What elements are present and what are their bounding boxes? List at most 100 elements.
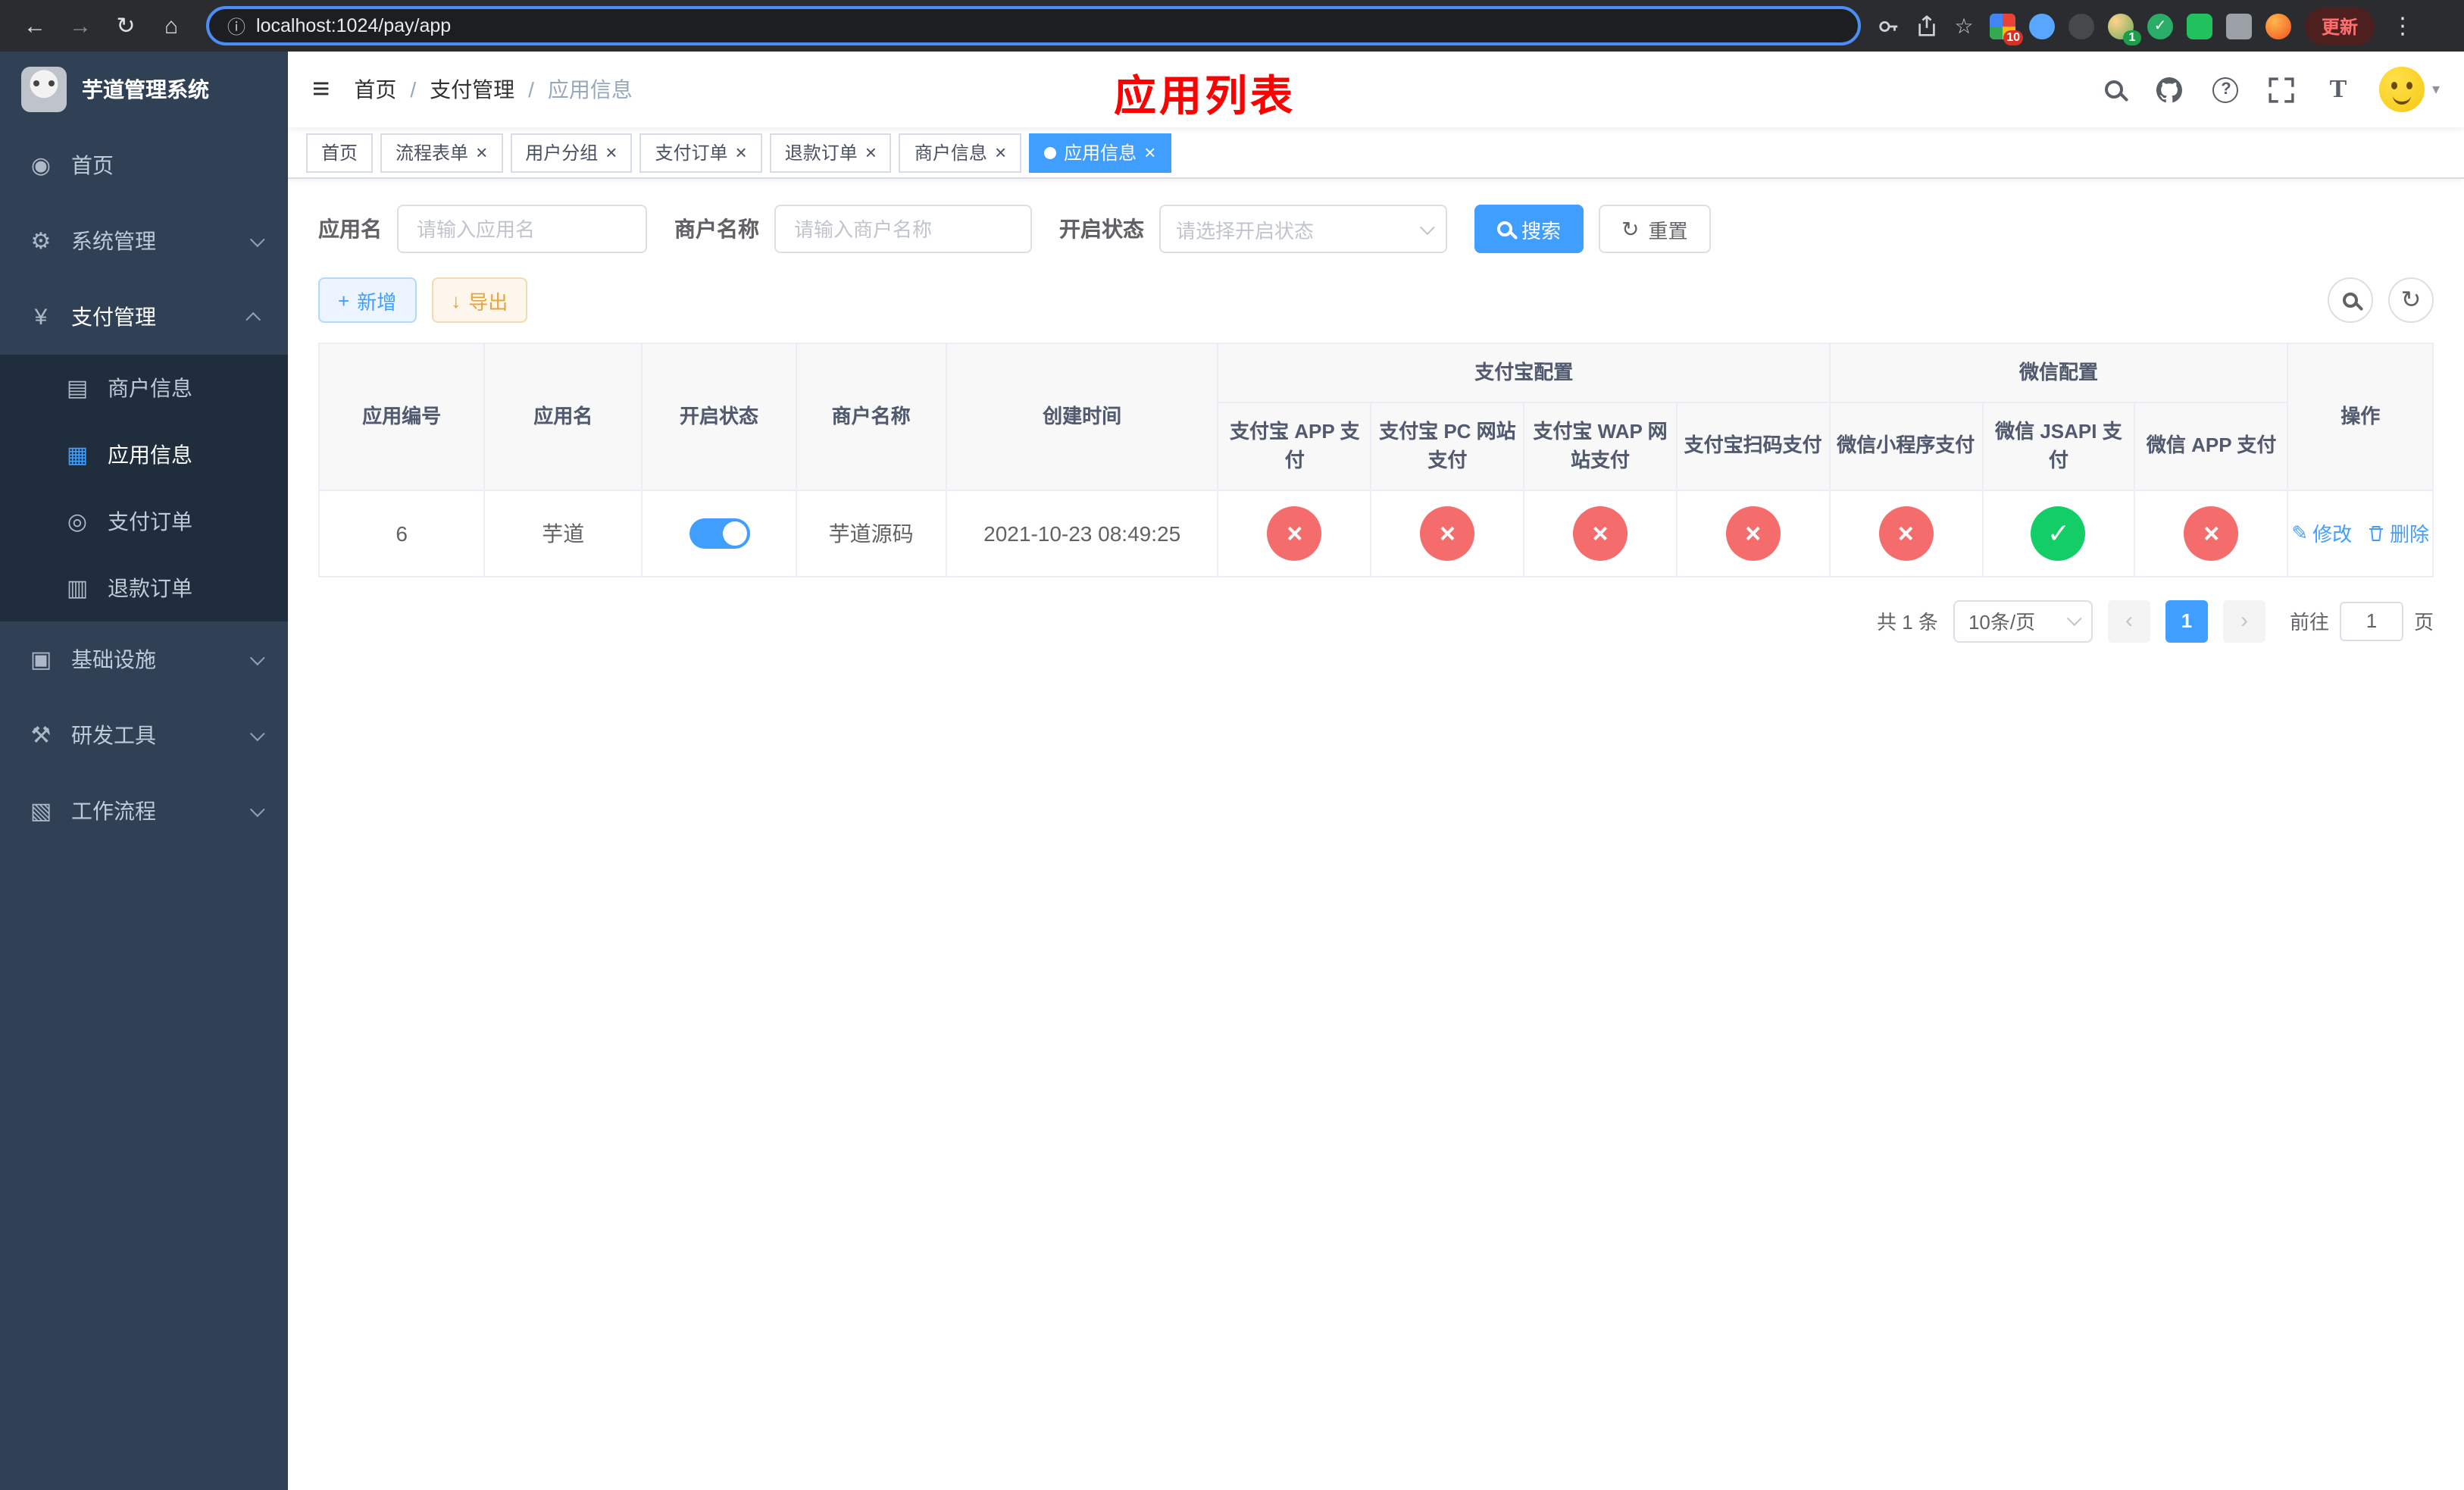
browser-reload-icon[interactable]: ↻ [106,6,145,45]
next-page-button[interactable]: › [2222,599,2265,642]
app-logo [21,67,67,112]
bookmark-star-icon[interactable]: ☆ [1952,13,1976,38]
close-tab-icon[interactable] [736,141,747,164]
sidebar-item-payment[interactable]: ¥ 支付管理 [0,279,288,355]
github-icon[interactable] [2155,74,2185,105]
extension-wechat-icon[interactable]: ✓ [2147,13,2173,39]
font-size-icon[interactable]: T [2323,74,2353,105]
col-alipay-qr: 支付宝扫码支付 [1675,401,1831,490]
breadcrumb-separator [528,77,534,102]
sidebar-item-workflow[interactable]: ▧ 工作流程 [0,773,288,849]
refresh-icon: ↻ [1621,217,1640,241]
delete-link[interactable]: 删除 [2367,518,2429,547]
tab-refund-order[interactable]: 退款订单 [769,133,892,172]
close-tab-icon[interactable] [1144,141,1155,164]
extension-grid-icon[interactable]: 10 [1990,13,2023,45]
fullscreen-icon[interactable] [2267,74,2297,105]
reset-button[interactable]: ↻ 重置 [1599,205,1711,253]
page-number-1[interactable]: 1 [2165,599,2208,642]
sidebar-item-pay-order[interactable]: ◎ 支付订单 [0,488,288,555]
app-name-input[interactable] [397,205,647,253]
extension-face-icon[interactable] [2265,13,2291,39]
breadcrumb-payment[interactable]: 支付管理 [430,74,514,105]
pay-order-icon: ◎ [67,509,88,535]
sidebar: 芋道管理系统 ◉ 首页 ⚙ 系统管理 ¥ 支付管理 ▤ 商户信息 ▦ 应用信息 … [0,52,288,1490]
close-tab-icon[interactable] [865,141,877,164]
cell-app-id: 6 [317,489,486,577]
prev-page-button[interactable]: ‹ [2107,599,2150,642]
toggle-search-button[interactable] [2328,277,2373,323]
status-toggle[interactable] [689,518,749,548]
browser-chrome: ← → ↻ ⌂ ⓘ localhost:1024/pay/app ☆ 10 1 … [0,0,2464,52]
extension-avatar-icon[interactable]: 1 [2108,13,2141,45]
app-table: 应用编号 应用名 开启状态 商户名称 创建时间 支付宝配置 微信配置 操作 支付… [317,343,2434,577]
col-alipay-wap: 支付宝 WAP 网站支付 [1523,401,1678,490]
alipay-app-status-icon: × [1267,506,1322,560]
browser-home-icon[interactable]: ⌂ [152,6,191,45]
refund-order-icon: ▥ [66,576,89,602]
add-button[interactable]: + 新增 [318,277,417,323]
page-content: 应用名 商户名称 开启状态 请选择开启状态 搜索 ↻ 重置 [288,179,2464,1490]
sidebar-logo-row[interactable]: 芋道管理系统 [0,52,288,127]
extension-drop-icon[interactable] [2029,13,2055,39]
tab-home[interactable]: 首页 [306,133,374,172]
group-wechat: 微信配置 [1828,343,2289,402]
devtools-icon: ⚒ [30,723,52,749]
merchant-name-input[interactable] [774,205,1032,253]
sidebar-item-system[interactable]: ⚙ 系统管理 [0,203,288,279]
refresh-table-button[interactable]: ↻ [2388,277,2434,323]
search-icon[interactable] [2099,74,2129,105]
close-tab-icon[interactable] [995,141,1006,164]
tab-pay-order[interactable]: 支付订单 [639,133,762,172]
edit-link[interactable]: ✎ 修改 [2291,518,2352,547]
dashboard-icon: ◉ [30,153,52,179]
goto-page-input[interactable] [2339,601,2403,640]
tab-app-info[interactable]: 应用信息 [1029,133,1171,172]
sidebar-item-merchant-info[interactable]: ▤ 商户信息 [0,355,288,421]
close-tab-icon[interactable] [476,141,487,164]
browser-forward-icon[interactable]: → [61,6,100,45]
chevron-down-icon [2066,611,2082,627]
col-wx-app: 微信 APP 支付 [2134,401,2289,490]
sidebar-item-infrastructure[interactable]: ▣ 基础设施 [0,621,288,697]
close-tab-icon[interactable] [605,141,617,164]
chevron-down-icon [249,231,265,247]
sidebar-item-home[interactable]: ◉ 首页 [0,127,288,203]
tab-process-form[interactable]: 流程表单 [380,133,503,172]
merchant-name-label: 商户名称 [674,217,759,241]
help-icon[interactable]: ? [2211,74,2241,105]
chevron-down-icon [249,650,265,665]
breadcrumb-home[interactable]: 首页 [354,74,396,105]
toolbar-right: ↻ [2328,277,2434,323]
extension-dark-icon[interactable] [2068,13,2094,39]
col-actions: 操作 [2287,343,2434,490]
browser-update-button[interactable]: 更新 [2305,7,2375,45]
site-info-icon[interactable]: ⓘ [227,13,245,39]
refresh-icon: ↻ [2400,288,2422,314]
browser-back-icon[interactable]: ← [15,6,55,45]
merchant-card-icon: ▤ [66,376,89,402]
tab-user-group[interactable]: 用户分组 [510,133,633,172]
status-select[interactable]: 请选择开启状态 [1159,205,1447,253]
tab-merchant-info[interactable]: 商户信息 [899,133,1022,172]
search-button[interactable]: 搜索 [1474,205,1584,253]
infrastructure-icon: ▣ [30,647,52,673]
sidebar-item-devtools[interactable]: ⚒ 研发工具 [0,697,288,773]
share-icon[interactable] [1914,14,1938,38]
extension-green-icon[interactable] [2187,13,2212,39]
export-button[interactable]: ↓ 导出 [431,277,528,323]
pagination: 共 1 条 10条/页 ‹ 1 › 前往 页 [318,599,2434,642]
collapse-sidebar-icon[interactable]: ≡ [312,74,330,105]
browser-menu-icon[interactable]: ⋮ [2388,12,2417,39]
status-label: 开启状态 [1059,217,1144,241]
col-created: 创建时间 [945,343,1219,490]
password-key-icon[interactable] [1876,14,1900,38]
filter-form: 应用名 商户名称 开启状态 请选择开启状态 搜索 ↻ 重置 [318,205,2434,253]
extension-puzzle-icon[interactable] [2226,13,2252,39]
sidebar-item-refund-order[interactable]: ▥ 退款订单 [0,555,288,621]
top-navbar: ≡ 首页 支付管理 应用信息 应用列表 ? [288,52,2464,127]
address-bar[interactable]: ⓘ localhost:1024/pay/app [206,6,1861,45]
user-avatar-menu[interactable]: ▾ [2378,67,2440,112]
page-size-select[interactable]: 10条/页 [1953,599,2093,642]
sidebar-item-app-info[interactable]: ▦ 应用信息 [0,421,288,488]
